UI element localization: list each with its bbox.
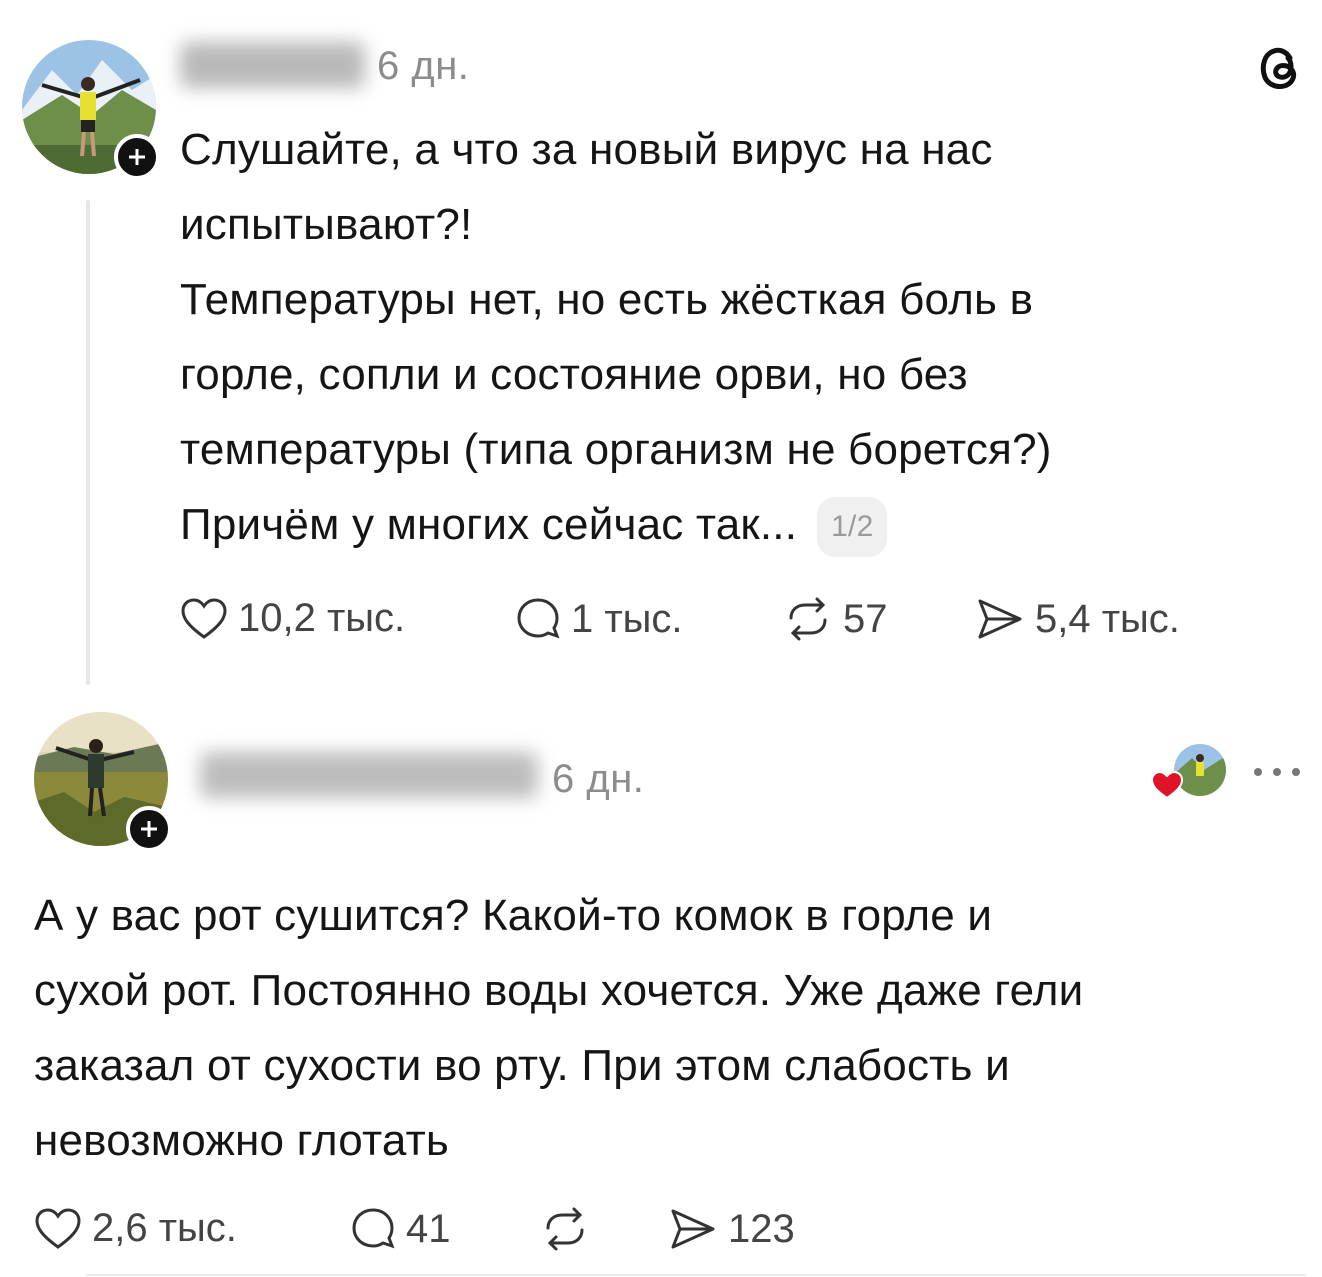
more-icon: [1254, 768, 1300, 776]
more-options-button[interactable]: [1250, 762, 1304, 782]
post1-time: 6 дн.: [377, 44, 470, 88]
post2-share-button[interactable]: 123: [668, 1206, 795, 1252]
post1-username-blurred[interactable]: [180, 42, 365, 88]
share-icon: [978, 599, 1022, 639]
post-pager[interactable]: 1/2: [817, 497, 888, 558]
post2-comment-button[interactable]: 41: [350, 1206, 451, 1252]
heart-icon: [35, 1207, 81, 1249]
post2-like-count: 2,6 тыс.: [92, 1206, 237, 1250]
post2-like-button[interactable]: 2,6 тыс.: [34, 1206, 237, 1251]
liked-by-author-indicator: [1150, 744, 1228, 800]
post1-line6-text: Причём у многих сейчас так...: [180, 500, 798, 549]
threads-logo-icon[interactable]: [1252, 40, 1308, 96]
post1-line1: Слушайте, а что за новый вирус на нас: [180, 125, 993, 174]
post1-repost-button[interactable]: 57: [783, 596, 888, 642]
post2-username-blurred[interactable]: [200, 752, 538, 798]
post1-text: Слушайте, а что за новый вирус на нас ис…: [180, 112, 1280, 562]
post1-line4: горле, сопли и состояние орви, но без: [180, 350, 968, 399]
post1-line5: температуры (типа организм не борется?): [180, 425, 1052, 474]
post2-text: А у вас рот сушится? Какой-то комок в го…: [34, 878, 1304, 1178]
comment-icon: [352, 1208, 395, 1249]
post2-time: 6 дн.: [552, 757, 645, 801]
bottom-divider: [86, 1274, 1306, 1276]
post2-line3: заказал от сухости во рту. При этом слаб…: [34, 1041, 1010, 1090]
repost-icon: [789, 597, 827, 641]
post1-line3: Температуры нет, но есть жёсткая боль в: [180, 275, 1034, 324]
thread-line: [86, 200, 90, 685]
post2-comment-count: 41: [406, 1206, 451, 1251]
post1-share-count: 5,4 тыс.: [1035, 596, 1180, 641]
post1-share-button[interactable]: 5,4 тыс.: [975, 596, 1180, 642]
heart-icon: [181, 597, 227, 639]
plus-icon: [141, 821, 157, 837]
heart-filled-icon: [1150, 770, 1184, 800]
repost-icon: [546, 1207, 584, 1251]
follow-plus-button[interactable]: [114, 134, 160, 180]
post1-like-count: 10,2 тыс.: [238, 596, 406, 640]
follow-plus-button[interactable]: [126, 806, 172, 852]
post2-share-count: 123: [728, 1206, 795, 1251]
post1-comment-button[interactable]: 1 тыс.: [515, 596, 683, 642]
post2-line4: невозможно глотать: [34, 1116, 450, 1165]
comment-icon: [517, 598, 560, 639]
post1-line2: испытывают?!: [180, 200, 473, 249]
post2-line2: сухой рот. Постоянно воды хочется. Уже д…: [34, 966, 1084, 1015]
post1-comment-count: 1 тыс.: [571, 596, 683, 641]
post1-line6: Причём у многих сейчас так... 1/2: [180, 487, 1280, 562]
post1-like-button[interactable]: 10,2 тыс.: [180, 596, 405, 641]
share-icon: [671, 1209, 715, 1249]
plus-icon: [129, 149, 145, 165]
post2-repost-button[interactable]: [540, 1206, 600, 1252]
post2-line1: А у вас рот сушится? Какой-то комок в го…: [34, 891, 993, 940]
post1-repost-count: 57: [843, 596, 888, 641]
